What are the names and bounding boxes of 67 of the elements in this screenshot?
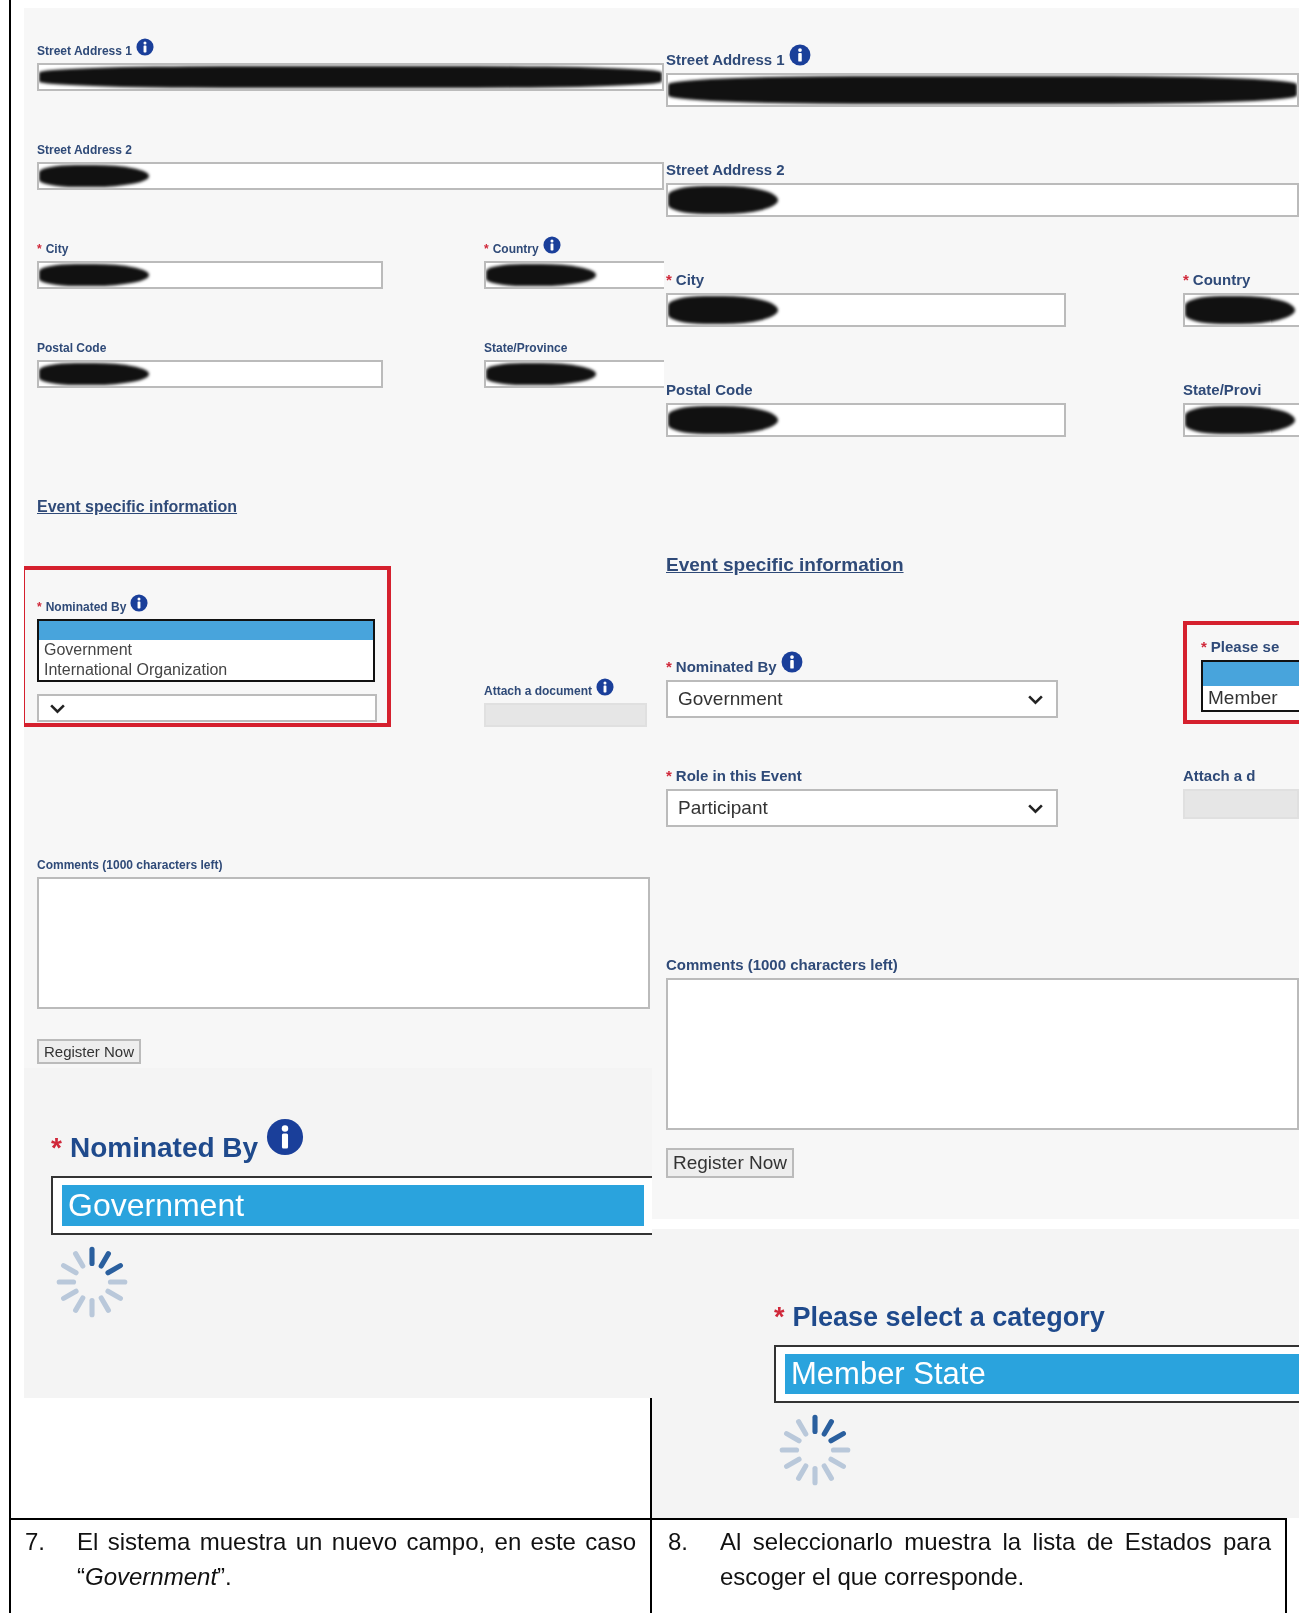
info-icon[interactable] [542, 236, 561, 254]
list-option[interactable]: Member [1203, 686, 1299, 710]
step-description: El sistema muestra un nuevo campo, en este caso “Government”. [77, 1527, 636, 1592]
field-label: Attach a d [1183, 767, 1256, 784]
required-asterisk: * [51, 1132, 62, 1164]
text-field[interactable] [37, 360, 383, 388]
field-label: Comments (1000 characters left) [37, 858, 223, 872]
required-asterisk: * [666, 767, 672, 784]
field-label: Country [492, 242, 539, 256]
field-label: State/Province [484, 341, 568, 355]
text-field[interactable] [37, 162, 664, 190]
info-icon[interactable] [780, 651, 803, 673]
required-asterisk: * [666, 658, 672, 675]
field-label: Please se [1210, 638, 1280, 655]
section-link[interactable]: Event specific information [37, 498, 238, 515]
register-button[interactable]: Register Now [37, 1039, 142, 1064]
text-field[interactable] [666, 183, 1299, 217]
field-label: City [45, 242, 69, 256]
field-label: Street Address 1 [37, 44, 132, 58]
text-field[interactable] [37, 261, 383, 289]
required-asterisk: * [37, 600, 42, 614]
field-label: Postal Code [666, 381, 753, 398]
required-asterisk: * [37, 242, 42, 256]
list-option[interactable]: International Organization [39, 660, 373, 680]
required-asterisk: * [484, 242, 489, 256]
text-field[interactable] [666, 403, 1066, 437]
dropdown[interactable]: Participant [666, 789, 1058, 827]
step-number: 7. [25, 1527, 46, 1557]
step-description: Al seleccionarlo muestra la lista de Estados para escoger el que corresponde. [720, 1527, 1271, 1592]
chevron-icon [1027, 802, 1044, 814]
comments-field[interactable] [666, 978, 1299, 1130]
field-label: Country [1192, 271, 1251, 288]
selected-option: Member State [785, 1353, 1299, 1394]
field-label: Role in this Event [675, 767, 802, 784]
section-link[interactable]: Event specific information [666, 554, 904, 575]
field-label: Comments (1000 characters left) [666, 956, 898, 973]
dropdown-list[interactable]: Government International Organization [37, 619, 375, 682]
field-label: Street Address 2 [666, 161, 785, 178]
info-icon[interactable] [596, 678, 614, 696]
info-icon[interactable] [788, 44, 811, 66]
field-label: Street Address 2 [37, 143, 132, 157]
dropdown-list[interactable]: Member [1201, 660, 1299, 712]
list-option[interactable]: Government [39, 640, 373, 660]
comments-field[interactable] [37, 877, 650, 1009]
required-asterisk: * [774, 1301, 785, 1333]
field-label: City [675, 271, 705, 288]
info-icon[interactable] [135, 38, 154, 56]
chevron-icon [49, 702, 66, 714]
info-icon[interactable] [130, 594, 149, 612]
field-label: Nominated By [675, 658, 777, 675]
text-field[interactable] [666, 293, 1066, 327]
field-label: Please select a category [792, 1301, 1105, 1333]
chevron-icon [1027, 693, 1044, 705]
field-label: Street Address 1 [666, 51, 785, 68]
field-label: Postal Code [37, 341, 107, 355]
info-icon[interactable] [266, 1118, 305, 1156]
required-asterisk: * [1183, 271, 1189, 288]
field-label: Nominated By [45, 600, 127, 614]
field-label: State/Provi [1183, 381, 1262, 398]
register-button[interactable]: Register Now [666, 1148, 795, 1178]
step-number: 8. [668, 1527, 689, 1557]
selected-option: Government [62, 1185, 644, 1226]
field-label: Attach a document [484, 684, 592, 698]
required-asterisk: * [666, 271, 672, 288]
required-asterisk: * [1201, 638, 1207, 655]
field-label: Nominated By [69, 1132, 259, 1164]
dropdown[interactable]: Government [666, 680, 1058, 718]
